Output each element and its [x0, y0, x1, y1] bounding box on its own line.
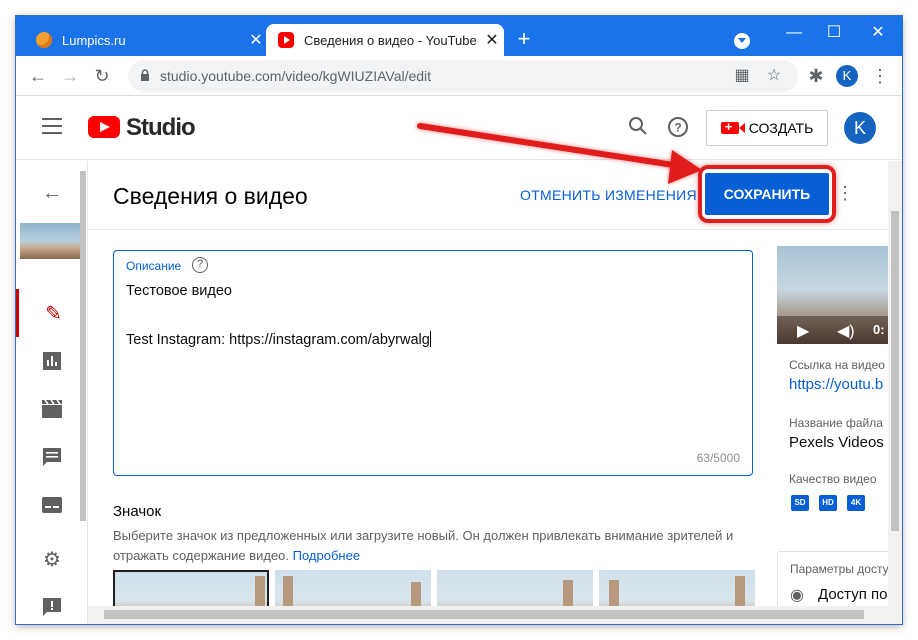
- video-link-label: Ссылка на видео: [789, 358, 885, 372]
- account-avatar[interactable]: K: [844, 112, 876, 144]
- thumbnail-description-text: Выберите значок из предложенных или загр…: [113, 528, 734, 563]
- settings-gear-icon[interactable]: ⚙: [16, 535, 88, 583]
- bookmark-star-icon[interactable]: ☆: [762, 64, 786, 88]
- svg-text:?: ?: [674, 121, 681, 135]
- undo-changes-button[interactable]: ОТМЕНИТЬ ИЗМЕНЕНИЯ: [520, 187, 697, 203]
- browser-profile-avatar[interactable]: K: [836, 65, 858, 87]
- new-tab-button[interactable]: +: [512, 28, 536, 52]
- back-arrow-icon[interactable]: ←: [26, 64, 50, 88]
- url-text: studio.youtube.com/video/kgWIUZIAVal/edi…: [160, 68, 432, 84]
- volume-icon[interactable]: ◀): [837, 321, 855, 341]
- description-field[interactable]: Описание ? Тестовое видео Test Instagram…: [113, 250, 753, 476]
- tab-close-icon[interactable]: ✕: [480, 30, 504, 50]
- back-arrow-icon[interactable]: ←: [16, 169, 88, 217]
- quality-label: Качество видео: [789, 472, 877, 486]
- hamburger-menu-icon[interactable]: [42, 118, 62, 134]
- create-button-label: СОЗДАТЬ: [748, 120, 814, 136]
- filename-value: Pexels Videos: [789, 434, 884, 451]
- nav-comments-icon[interactable]: [16, 433, 88, 481]
- maximize-button[interactable]: ☐: [814, 20, 854, 48]
- studio-header: Studio ? СОЗДАТЬ K: [16, 96, 902, 160]
- scrollbar-thumb[interactable]: [891, 211, 899, 531]
- learn-more-link[interactable]: Подробнее: [293, 548, 360, 563]
- reload-icon[interactable]: ↻: [90, 64, 114, 88]
- search-icon[interactable]: [626, 116, 650, 140]
- horizontal-scrollbar[interactable]: [88, 606, 888, 624]
- main-content: Сведения о видео ОТМЕНИТЬ ИЗМЕНЕНИЯ СОХР…: [88, 161, 902, 624]
- nav-editor-clapper-icon[interactable]: [16, 385, 88, 433]
- lumpics-favicon-icon: [36, 32, 52, 48]
- more-options-icon[interactable]: ⋮: [836, 183, 854, 203]
- qr-code-icon[interactable]: ▦: [730, 64, 754, 88]
- thumbnail-section-description: Выберите значок из предложенных или загр…: [113, 526, 773, 566]
- video-link[interactable]: https://youtu.b: [789, 376, 883, 393]
- main-vertical-scrollbar[interactable]: [888, 161, 902, 624]
- video-preview[interactable]: ▶ ◀) 0:: [777, 246, 897, 344]
- nav-subtitles-icon[interactable]: [16, 481, 88, 529]
- tab-title: Lumpics.ru: [62, 32, 126, 48]
- close-window-button[interactable]: ✕: [858, 20, 898, 48]
- save-button[interactable]: СОХРАНИТЬ: [705, 173, 829, 215]
- forward-arrow-icon[interactable]: →: [58, 64, 82, 88]
- browser-window: Lumpics.ru ✕ Сведения о видео - YouTube …: [16, 16, 902, 624]
- tab-close-icon[interactable]: ✕: [244, 30, 268, 50]
- youtube-favicon-icon: [278, 32, 294, 48]
- description-line-2: Test Instagram: https://instagram.com/ab…: [126, 331, 431, 348]
- create-button[interactable]: СОЗДАТЬ: [706, 110, 828, 146]
- tab-lumpics[interactable]: Lumpics.ru ✕: [24, 24, 268, 56]
- nav-scrollbar[interactable]: [80, 171, 86, 521]
- studio-logo-text[interactable]: Studio: [126, 114, 196, 142]
- filename-label: Название файла: [789, 416, 883, 430]
- quality-badge-sd: SD: [791, 495, 809, 511]
- quality-badge-4k: 4K: [847, 495, 865, 511]
- minimize-button[interactable]: —: [774, 20, 814, 48]
- visibility-label: Параметры доступа: [790, 562, 897, 576]
- video-thumbnail-small[interactable]: [20, 223, 84, 259]
- browser-toolbar: ← → ↻ studio.youtube.com/video/kgWIUZIAV…: [16, 56, 902, 96]
- address-bar[interactable]: studio.youtube.com/video/kgWIUZIAVal/edi…: [128, 60, 798, 92]
- create-video-icon: [720, 119, 745, 134]
- left-nav: ← ✎ ⚙: [16, 161, 88, 624]
- quality-badge-hd: HD: [819, 495, 837, 511]
- tab-title: Сведения о видео - YouTube Studio: [304, 32, 480, 48]
- page-title: Сведения о видео: [113, 183, 308, 209]
- help-icon[interactable]: ?: [666, 116, 690, 140]
- nav-analytics-icon[interactable]: [16, 337, 88, 385]
- visibility-value: Доступ по: [818, 586, 888, 603]
- browser-titlebar: Lumpics.ru ✕ Сведения о видео - YouTube …: [16, 16, 902, 56]
- character-counter: 63/5000: [696, 451, 740, 465]
- nav-details-pencil-icon[interactable]: ✎: [16, 289, 88, 337]
- video-time: 0:: [873, 322, 885, 337]
- video-controls: ▶ ◀) 0:: [777, 316, 897, 344]
- description-line-2-text: Test Instagram: https://instagram.com/ab…: [126, 332, 430, 348]
- lock-icon: [141, 69, 149, 81]
- text-cursor: [429, 331, 431, 347]
- description-line-1: Тестовое видео: [126, 283, 232, 299]
- header-divider: [88, 229, 902, 230]
- description-label: Описание: [126, 259, 182, 273]
- horizontal-scrollbar-thumb[interactable]: [104, 610, 864, 619]
- video-info-panel: ▶ ◀) 0: Ссылка на видео https://youtu.b …: [777, 246, 897, 624]
- description-help-icon[interactable]: ?: [192, 257, 208, 273]
- play-icon[interactable]: ▶: [797, 321, 809, 341]
- tab-youtube-studio[interactable]: Сведения о видео - YouTube Studio ✕: [266, 24, 504, 56]
- tab-search-icon[interactable]: [734, 33, 750, 49]
- feedback-icon[interactable]: [16, 583, 88, 624]
- youtube-logo-icon[interactable]: [88, 116, 120, 138]
- thumbnail-section-title: Значок: [113, 503, 162, 520]
- browser-menu-icon[interactable]: ⋮: [868, 64, 892, 88]
- eye-icon: ◉: [790, 587, 804, 604]
- extensions-puzzle-icon[interactable]: ✱: [804, 64, 828, 88]
